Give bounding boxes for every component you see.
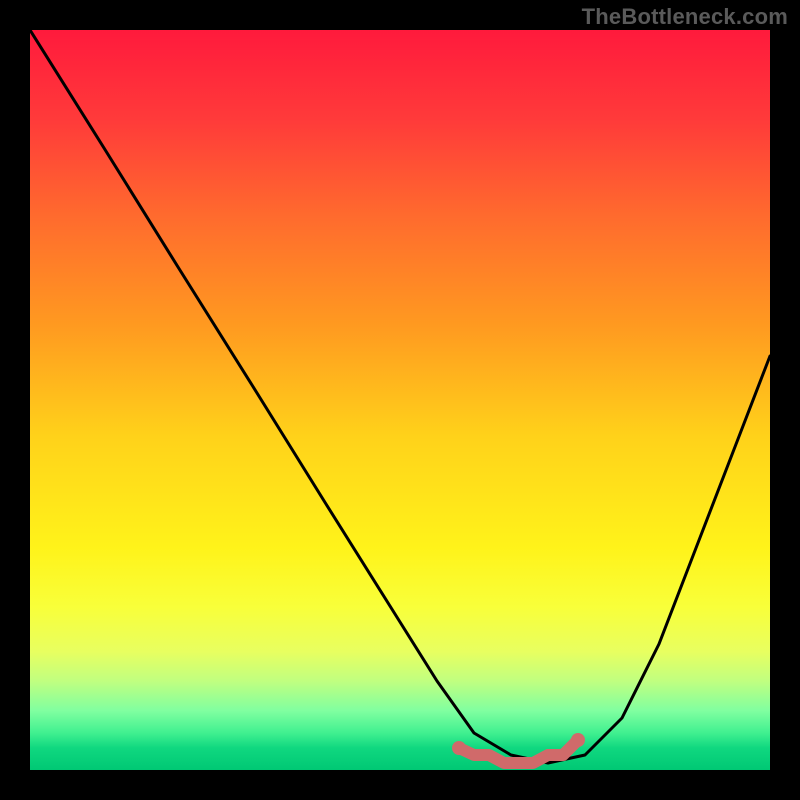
highlight-dot-start [452,741,466,755]
plot-area [30,30,770,770]
flat-highlight-segment [459,740,578,763]
chart-svg [30,30,770,770]
attribution-label: TheBottleneck.com [582,4,788,30]
bottleneck-curve [30,30,770,763]
chart-frame: TheBottleneck.com [0,0,800,800]
highlight-dot-end [571,733,585,747]
